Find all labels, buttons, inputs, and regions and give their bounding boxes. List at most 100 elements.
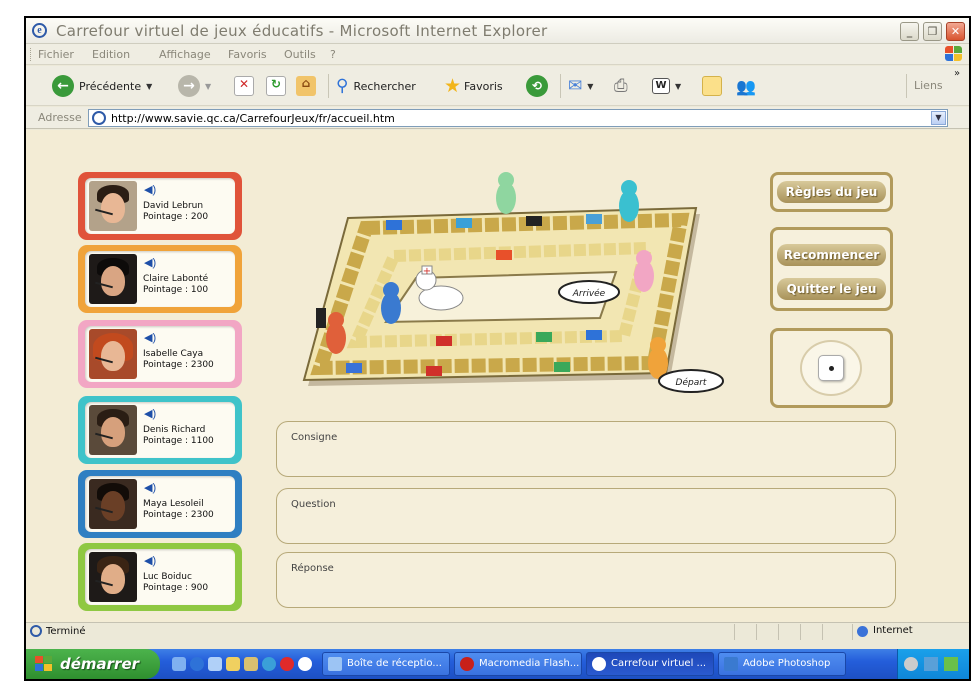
player-card: ◀) Luc Boiduc Pointage : 900: [78, 543, 242, 611]
player-avatar: [89, 329, 137, 379]
rules-button[interactable]: Règles du jeu: [777, 181, 886, 203]
player-name: Maya Lesoleil: [143, 499, 204, 509]
answer-label: Réponse: [291, 563, 334, 574]
controls-frame: Recommencer Quitter le jeu: [770, 227, 893, 311]
player-card: ◀) David Lebrun Pointage : 200: [78, 172, 242, 240]
player-score: Pointage : 900: [143, 583, 209, 593]
mail-button[interactable]: ✉ ▼: [568, 75, 593, 97]
task-inbox[interactable]: Boîte de réceptio...: [322, 652, 450, 676]
svg-text:+: +: [423, 266, 431, 277]
messenger-button[interactable]: 👥: [736, 75, 756, 97]
menu-bar: Fichier Edition Affichage Favoris Outils…: [26, 44, 969, 65]
messenger-quicklaunch-icon[interactable]: [262, 657, 276, 671]
ie-icon: [592, 657, 606, 671]
start-button[interactable]: démarrer: [26, 649, 160, 679]
print-button[interactable]: ⎙: [614, 75, 628, 97]
task-label: Boîte de réceptio...: [347, 658, 442, 669]
search-button[interactable]: ⚲ Rechercher: [336, 75, 416, 97]
forward-arrow-icon: →: [178, 75, 200, 97]
favorites-button[interactable]: ★ Favoris: [444, 75, 503, 97]
player-card: ◀) Isabelle Caya Pointage : 2300: [78, 320, 242, 388]
zone-cell: Internet: [852, 624, 962, 640]
quicklaunch-icon[interactable]: [172, 657, 186, 671]
ie-quicklaunch-icon[interactable]: [190, 657, 204, 671]
player-card: ◀) Maya Lesoleil Pointage : 2300: [78, 470, 242, 538]
speaker-icon[interactable]: ◀): [144, 256, 156, 269]
question-label: Question: [291, 499, 336, 510]
close-button[interactable]: ✕: [946, 22, 965, 41]
speaker-icon[interactable]: ◀): [144, 407, 156, 420]
status-cell: [734, 624, 756, 640]
speaker-icon[interactable]: ◀): [144, 331, 156, 344]
instruction-label: Consigne: [291, 432, 338, 443]
stop-icon: ✕: [234, 76, 254, 96]
messenger-icon: 👥: [736, 76, 756, 96]
outlook-icon: [328, 657, 342, 671]
acrobat-quicklaunch-icon[interactable]: [280, 657, 294, 671]
forward-button[interactable]: → ▼: [178, 75, 211, 97]
task-flash[interactable]: Macromedia Flash...: [454, 652, 582, 676]
player-name: Isabelle Caya: [143, 349, 204, 359]
address-dropdown-icon[interactable]: ▼: [931, 111, 946, 125]
task-photoshop[interactable]: Adobe Photoshop: [718, 652, 846, 676]
restart-button[interactable]: Recommencer: [777, 244, 886, 266]
flash-icon: [460, 657, 474, 671]
desktop-quicklaunch-icon[interactable]: [226, 657, 240, 671]
toolbar-separator: [560, 74, 561, 98]
refresh-icon: ↻: [266, 76, 286, 96]
zone-label: Internet: [873, 625, 913, 636]
maximize-button[interactable]: ❐: [923, 22, 942, 41]
menu-edit[interactable]: Edition: [92, 48, 130, 61]
address-field[interactable]: http://www.savie.qc.ca/CarrefourJeux/fr/…: [88, 109, 948, 127]
back-label: Précédente: [79, 79, 142, 93]
stop-button[interactable]: ✕: [234, 75, 254, 97]
back-dropdown-icon: ▼: [146, 81, 153, 91]
tray-expand-icon[interactable]: [904, 657, 918, 671]
speaker-icon[interactable]: ◀): [144, 183, 156, 196]
player-name: Luc Boiduc: [143, 572, 192, 582]
menu-file[interactable]: Fichier: [38, 48, 74, 61]
player-score: Pointage : 200: [143, 212, 209, 222]
discuss-button[interactable]: [702, 75, 722, 97]
task-browser[interactable]: Carrefour virtuel ...: [586, 652, 714, 676]
home-button[interactable]: ⌂: [296, 75, 316, 97]
taskbar: démarrer Boîte de réceptio... Macromedia…: [24, 649, 971, 681]
player-name: Denis Richard: [143, 425, 206, 435]
answer-panel: Réponse: [276, 552, 896, 608]
quit-button[interactable]: Quitter le jeu: [777, 278, 886, 300]
dice-icon: [818, 355, 844, 381]
menu-help[interactable]: ?: [330, 48, 336, 61]
player-name: David Lebrun: [143, 201, 204, 211]
history-button[interactable]: ⟲: [526, 75, 548, 97]
speaker-icon[interactable]: ◀): [144, 481, 156, 494]
back-arrow-icon: ←: [52, 75, 74, 97]
system-tray: [897, 649, 969, 679]
outlook-quicklaunch-icon[interactable]: [208, 657, 222, 671]
status-cell: [800, 624, 822, 640]
word-button[interactable]: W ▼: [652, 75, 681, 97]
home-icon: ⌂: [296, 76, 316, 96]
links-label[interactable]: Liens: [914, 79, 943, 92]
globe-icon: [857, 626, 868, 637]
minimize-button[interactable]: _: [900, 22, 919, 41]
menu-favorites[interactable]: Favoris: [228, 48, 267, 61]
network-icon[interactable]: [924, 657, 938, 671]
windows-flag-icon: [35, 656, 53, 672]
messenger-tray-icon[interactable]: [944, 657, 958, 671]
media-quicklaunch-icon[interactable]: [298, 657, 312, 671]
menu-view[interactable]: Affichage: [159, 48, 211, 61]
board-departure-label: Départ: [676, 377, 707, 388]
rules-frame: Règles du jeu: [770, 172, 893, 212]
refresh-button[interactable]: ↻: [266, 75, 286, 97]
toolbar: ← Précédente ▼ → ▼ ✕ ↻ ⌂ ⚲ Rechercher ★ …: [26, 66, 969, 106]
menu-tools[interactable]: Outils: [284, 48, 316, 61]
toolbar-separator: [328, 74, 329, 98]
dice-button[interactable]: [800, 340, 862, 396]
back-button[interactable]: ← Précédente ▼: [52, 75, 152, 97]
speaker-icon[interactable]: ◀): [144, 554, 156, 567]
history-icon: ⟲: [526, 75, 548, 97]
chevron-more-icon[interactable]: »: [954, 68, 960, 79]
tool-quicklaunch-icon[interactable]: [244, 657, 258, 671]
word-icon: W: [652, 78, 670, 94]
windows-logo-icon: [945, 46, 963, 62]
